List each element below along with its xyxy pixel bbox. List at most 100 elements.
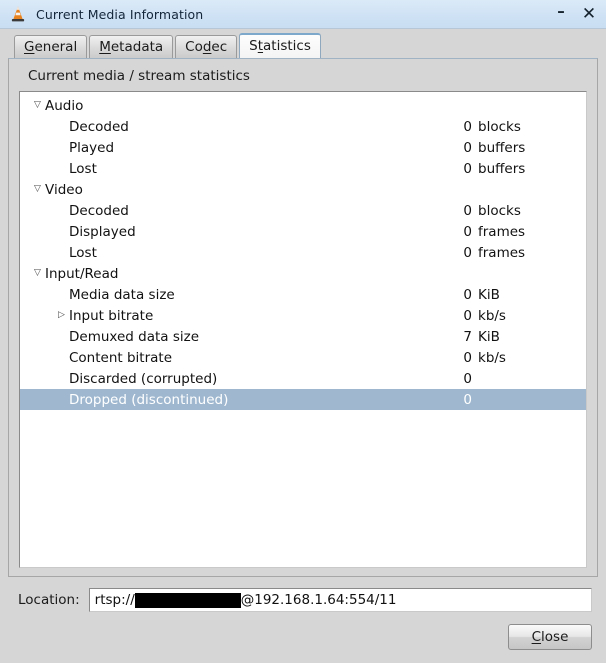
tree-row[interactable]: Lost 0 buffers bbox=[20, 158, 586, 179]
tree-row-unit: frames bbox=[478, 223, 526, 240]
title-bar: Current Media Information – ✕ bbox=[0, 0, 606, 29]
location-label: Location: bbox=[18, 592, 80, 608]
expand-arrow-open-icon[interactable]: ▽ bbox=[30, 185, 45, 194]
tab-label-suffix: ec bbox=[211, 39, 228, 55]
tree-row[interactable]: Lost 0 frames bbox=[20, 242, 586, 263]
minimize-button[interactable]: – bbox=[548, 2, 574, 26]
tree-row-label: Media data size bbox=[69, 286, 175, 303]
tab-label-suffix: etadata bbox=[110, 39, 164, 55]
tree-row-unit: frames bbox=[478, 244, 526, 261]
tree-row-unit: kb/s bbox=[478, 307, 506, 324]
tab-codec[interactable]: Co d ec bbox=[175, 35, 238, 58]
media-information-dialog: Current Media Information – ✕ General Met… bbox=[0, 0, 606, 663]
tree-row-label: Video bbox=[45, 181, 83, 198]
tree-group-row[interactable]: ▽ Video bbox=[20, 179, 586, 200]
statistics-panel: Current media / stream statistics ▽ Audio… bbox=[8, 58, 598, 577]
tree-row-value: 0 bbox=[463, 349, 472, 366]
tree-row-unit: buffers bbox=[478, 160, 526, 177]
tree-row-value: 0 bbox=[463, 223, 472, 240]
tab-general[interactable]: General bbox=[14, 35, 88, 58]
tab-label-mnemonic: G bbox=[24, 39, 35, 55]
tree-row-unit: kb/s bbox=[478, 349, 506, 366]
tab-label-prefix: Co bbox=[185, 39, 203, 55]
expand-arrow-closed-icon[interactable]: ▷ bbox=[54, 311, 69, 320]
dialog-button-row: Close bbox=[0, 617, 606, 663]
window-title: Current Media Information bbox=[36, 6, 204, 22]
tab-label-mnemonic: d bbox=[202, 39, 212, 55]
tab-label-mnemonic: M bbox=[99, 39, 111, 55]
tree-row[interactable]: Displayed 0 frames bbox=[20, 221, 586, 242]
tree-row-label: Decoded bbox=[69, 202, 129, 219]
tree-row-label: Displayed bbox=[69, 223, 136, 240]
tree-row-unit: KiB bbox=[478, 328, 500, 345]
tree-row-unit: blocks bbox=[478, 202, 521, 219]
window-controls: – ✕ bbox=[548, 2, 602, 26]
tree-row-label: Played bbox=[69, 139, 115, 156]
tree-row[interactable]: Discarded (corrupted) 0 bbox=[20, 368, 586, 389]
vlc-cone-icon bbox=[9, 5, 27, 23]
tree-row[interactable]: Content bitrate 0 kb/s bbox=[20, 347, 586, 368]
tree-row-label: Dropped (discontinued) bbox=[69, 391, 229, 408]
close-button-label: lose bbox=[541, 629, 569, 645]
tree-row[interactable]: Demuxed data size 7 KiB bbox=[20, 326, 586, 347]
close-button-mnemonic: C bbox=[531, 629, 542, 645]
tree-row-value: 0 bbox=[463, 391, 472, 408]
expand-arrow-open-icon[interactable]: ▽ bbox=[30, 101, 45, 110]
close-button[interactable]: Close bbox=[508, 624, 592, 650]
tree-row-value: 0 bbox=[463, 370, 472, 387]
tree-row-value: 0 bbox=[463, 160, 472, 177]
tab-statistics[interactable]: St atistics bbox=[239, 33, 321, 58]
tree-group-row[interactable]: ▽ Input/Read bbox=[20, 263, 586, 284]
tab-label-prefix: S bbox=[249, 37, 258, 54]
tree-row[interactable]: Played 0 buffers bbox=[20, 137, 586, 158]
tree-row[interactable]: Decoded 0 blocks bbox=[20, 200, 586, 221]
tree-row[interactable]: ▷ Input bitrate 0 kb/s bbox=[20, 305, 586, 326]
statistics-heading: Current media / stream statistics bbox=[28, 68, 250, 84]
tree-row-unit: buffers bbox=[478, 139, 526, 156]
statistics-tree[interactable]: ▽ Audio Decoded 0 blocks Played 0 buffers Los… bbox=[19, 91, 587, 568]
tree-group-row[interactable]: ▽ Audio bbox=[20, 95, 586, 116]
tree-row-label: Lost bbox=[69, 244, 97, 261]
tree-row-label: Content bitrate bbox=[69, 349, 173, 366]
tree-row-value: 0 bbox=[463, 286, 472, 303]
tree-row-label: Input bitrate bbox=[69, 307, 154, 324]
tree-row-label: Input/Read bbox=[45, 265, 119, 282]
close-window-button[interactable]: ✕ bbox=[576, 2, 602, 26]
tree-row-value: 0 bbox=[463, 202, 472, 219]
redaction-bar bbox=[134, 592, 241, 608]
tab-label-suffix: atistics bbox=[263, 37, 311, 54]
tree-row-label: Decoded bbox=[69, 118, 129, 135]
location-value-suffix: @192.168.1.64:554/11 bbox=[240, 592, 397, 608]
tree-row[interactable]: Media data size 0 KiB bbox=[20, 284, 586, 305]
expand-arrow-open-icon[interactable]: ▽ bbox=[30, 269, 45, 278]
tab-metadata[interactable]: Metadata bbox=[89, 35, 174, 58]
tree-row[interactable]: Dropped (discontinued) 0 bbox=[20, 389, 586, 410]
location-row: Location: rtsp:// @192.168.1.64:554/11 bbox=[0, 583, 606, 617]
tree-row[interactable]: Decoded 0 blocks bbox=[20, 116, 586, 137]
tree-row-value: 7 bbox=[463, 328, 472, 345]
tree-row-value: 0 bbox=[463, 307, 472, 324]
tab-label-suffix: eneral bbox=[34, 39, 78, 55]
tree-row-value: 0 bbox=[463, 139, 472, 156]
tree-row-unit: KiB bbox=[478, 286, 500, 303]
tree-row-label: Lost bbox=[69, 160, 97, 177]
location-input[interactable]: rtsp:// @192.168.1.64:554/11 bbox=[88, 588, 592, 612]
location-value-prefix: rtsp:// bbox=[94, 592, 135, 608]
tree-row-value: 0 bbox=[463, 118, 472, 135]
tree-row-label: Demuxed data size bbox=[69, 328, 200, 345]
tree-row-label: Audio bbox=[45, 97, 84, 114]
tree-row-value: 0 bbox=[463, 244, 472, 261]
tab-bar: General Metadata Co d ec St atistics bbox=[0, 29, 606, 58]
tree-row-unit: blocks bbox=[478, 118, 521, 135]
